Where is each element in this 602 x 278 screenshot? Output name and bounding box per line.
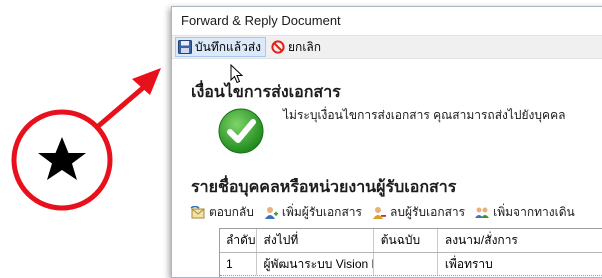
- add-from-path-button[interactable]: เพิ่มจากทางเดิน: [474, 203, 575, 222]
- toolbar: บันทึกแล้วส่ง ยกเลิก: [172, 35, 602, 59]
- window-title: Forward & Reply Document: [172, 7, 602, 35]
- add-from-path-label: เพิ่มจากทางเดิน: [493, 205, 575, 219]
- add-recipient-button[interactable]: เพิ่มผู้รับเอกสาร: [263, 203, 362, 222]
- reply-button[interactable]: ตอบกลับ: [190, 203, 254, 222]
- column-header-original[interactable]: ต้นฉบับ: [374, 229, 438, 252]
- reply-icon: [190, 205, 205, 218]
- recipient-actions: ตอบกลับ เพิ่มผู้รับเอกสาร ลบผู้รับเอกสาร: [190, 203, 584, 222]
- add-recipient-label: เพิ่มผู้รับเอกสาร: [281, 205, 362, 219]
- reply-label: ตอบกลับ: [209, 205, 254, 219]
- annotation-arrow-head: [132, 68, 161, 95]
- cancel-button[interactable]: ยกเลิก: [269, 37, 325, 57]
- cell-order: 1: [220, 253, 257, 275]
- recipients-heading: รายชื่อบุคคลหรือหน่วยงานผู้รับเอกสาร: [191, 179, 457, 196]
- cell-action: เพื่อทราบ: [444, 257, 493, 271]
- send-condition-note: ไม่ระบุเงื่อนไขการส่งเอกสาร คุณสามารถส่ง…: [283, 108, 566, 122]
- add-from-path-icon: [475, 207, 490, 218]
- recipients-table: ลำดับ ส่งไปที่ ต้นฉบับ ลงนาม/สั่งการ 1 ผ…: [219, 228, 602, 277]
- column-header-send-to[interactable]: ส่งไปที่: [257, 229, 374, 252]
- column-header-order[interactable]: ลำดับ: [220, 229, 257, 252]
- remove-recipient-label: ลบผู้รับเอกสาร: [389, 205, 466, 219]
- remove-user-icon: [372, 206, 386, 219]
- forward-reply-dialog: Forward & Reply Document บันทึกแล้วส่ง ย…: [171, 6, 602, 278]
- annotation-circle: [11, 109, 113, 211]
- cell-original: [374, 253, 438, 275]
- annotation-arrow-shaft: [94, 79, 153, 130]
- cancel-icon: [271, 40, 285, 54]
- send-condition-heading: เงื่อนไขการส่งเอกสาร: [191, 84, 341, 101]
- save-and-send-label: บันทึกแล้วส่ง: [195, 39, 262, 54]
- cell-send-to: ผู้พัฒนาระบบ Vision Net: [257, 253, 374, 275]
- table-row[interactable]: 1 ผู้พัฒนาระบบ Vision Net เพื่อทราบ: [220, 253, 602, 276]
- cancel-label: ยกเลิก: [288, 39, 322, 54]
- check-icon: [218, 108, 264, 154]
- save-icon: [178, 40, 192, 54]
- mouse-cursor-icon: [230, 64, 244, 84]
- star-icon: [38, 137, 86, 180]
- remove-recipient-button[interactable]: ลบผู้รับเอกสาร: [371, 203, 465, 222]
- add-user-icon: [264, 206, 278, 219]
- save-and-send-button[interactable]: บันทึกแล้วส่ง: [175, 37, 267, 57]
- column-header-action[interactable]: ลงนาม/สั่งการ: [438, 229, 602, 252]
- table-header: ลำดับ ส่งไปที่ ต้นฉบับ ลงนาม/สั่งการ: [220, 229, 602, 253]
